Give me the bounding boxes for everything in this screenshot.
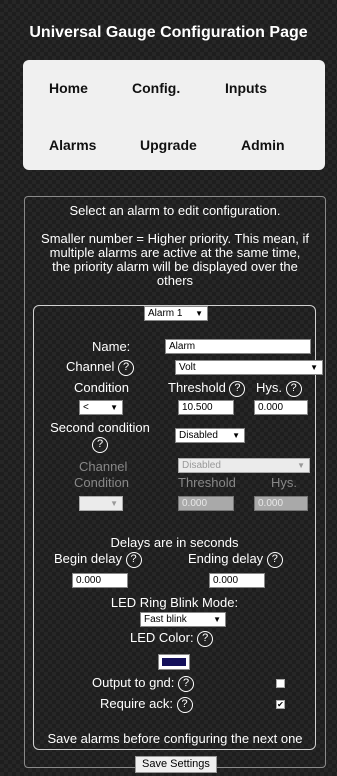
led-color-swatch (162, 658, 186, 666)
begin-delay-input[interactable]: 0.000 (72, 573, 128, 588)
second-condition-help-icon[interactable]: ? (92, 436, 108, 453)
chevron-down-icon: ▼ (232, 431, 240, 440)
nav-upgrade-link[interactable]: Upgrade (140, 137, 197, 153)
led-color-label: LED Color: (130, 630, 194, 645)
page-title: Universal Gauge Configuration Page (29, 24, 308, 41)
name-label: Name: (92, 339, 131, 354)
select-alarm-text: Select an alarm to edit configuration. (69, 203, 281, 218)
ending-delay-input[interactable]: 0.000 (209, 573, 265, 588)
condition2-select[interactable]: ▼ (79, 496, 123, 511)
channel-help-icon[interactable]: ? (118, 359, 135, 376)
ending-delay-label-row: Ending delay ? (188, 551, 283, 568)
begin-delay-help-icon[interactable]: ? (125, 551, 142, 568)
begin-delay-label-row: Begin delay ? (54, 551, 142, 568)
channel2-select-value: Disabled (182, 460, 221, 471)
second-condition-help-wrap: ? (92, 436, 108, 453)
name-input[interactable]: Alarm (165, 339, 311, 354)
output-label-row: Output to gnd: ? (92, 675, 195, 692)
begin-delay-label: Begin delay (54, 551, 122, 566)
nav-alarms-link[interactable]: Alarms (49, 137, 96, 153)
second-condition-select[interactable]: Disabled ▼ (175, 428, 245, 443)
nav-home-link[interactable]: Home (49, 80, 88, 96)
nav-inputs-link[interactable]: Inputs (225, 80, 267, 96)
chevron-down-icon: ▼ (213, 615, 221, 624)
led-color-picker[interactable] (158, 654, 190, 670)
led-mode-label: LED Ring Blink Mode: (110, 595, 239, 610)
condition-label: Condition (74, 380, 129, 395)
channel-select-value: Volt (179, 362, 196, 373)
ack-label: Require ack: (100, 696, 173, 711)
led-color-help-icon[interactable]: ? (197, 630, 214, 647)
priority-note-line1: Smaller number = Higher priority. This m… (41, 231, 309, 246)
nav-config-link[interactable]: Config. (132, 80, 180, 96)
priority-note-line3: the priority alarm will be displayed ove… (52, 259, 298, 274)
threshold-help-icon[interactable]: ? (229, 380, 246, 397)
nav-admin-link[interactable]: Admin (241, 137, 285, 153)
second-condition-label: Second condition (50, 420, 150, 435)
condition2-label: Condition (74, 475, 129, 490)
threshold2-label: Threshold (178, 475, 236, 490)
led-mode-select[interactable]: Fast blink ▼ (140, 612, 226, 627)
second-condition-select-value: Disabled (179, 430, 218, 441)
condition-select-value: < (83, 402, 89, 413)
channel-select[interactable]: Volt ▼ (175, 360, 323, 375)
condition-select[interactable]: < ▼ (79, 400, 123, 415)
chevron-down-icon: ▼ (310, 363, 318, 372)
chevron-down-icon: ▼ (110, 403, 118, 412)
threshold-input[interactable]: 10.500 (178, 400, 234, 415)
ack-label-row: Require ack: ? (100, 696, 193, 713)
ending-delay-help-icon[interactable]: ? (266, 551, 283, 568)
output-help-icon[interactable]: ? (178, 675, 195, 692)
output-label: Output to gnd: (92, 675, 175, 690)
channel-label-row: Channel ? (66, 359, 135, 376)
hys-help-icon[interactable]: ? (285, 380, 302, 397)
hys-label: Hys. (256, 380, 282, 395)
chevron-down-icon: ▼ (110, 499, 118, 508)
ending-delay-label: Ending delay (188, 551, 264, 566)
save-note: Save alarms before configuring the next … (47, 731, 303, 746)
threshold2-input[interactable]: 0.000 (178, 496, 234, 511)
threshold-label-row: Threshold ? (168, 380, 246, 397)
output-checkbox[interactable] (276, 679, 285, 688)
hys2-input[interactable]: 0.000 (254, 496, 308, 511)
ack-help-icon[interactable]: ? (176, 696, 193, 713)
ack-checkbox[interactable]: ✔ (276, 700, 285, 709)
led-color-label-row: LED Color: ? (130, 630, 214, 647)
hys2-label: Hys. (271, 475, 297, 490)
hys-label-row: Hys. ? (256, 380, 302, 397)
chevron-down-icon: ▼ (297, 461, 305, 470)
threshold-label: Threshold (168, 380, 226, 395)
channel2-select[interactable]: Disabled ▼ (178, 458, 310, 473)
nav-menu: Home Config. Inputs Alarms Upgrade Admin (23, 60, 325, 170)
channel-label: Channel (66, 359, 115, 374)
priority-note-line4: others (156, 273, 194, 288)
led-mode-select-value: Fast blink (144, 614, 187, 625)
hys-input[interactable]: 0.000 (254, 400, 308, 415)
save-settings-button[interactable]: Save Settings (135, 756, 217, 773)
delays-heading: Delays are in seconds (110, 535, 239, 550)
channel2-label: Channel (79, 459, 128, 474)
priority-note-line2: multiple alarms are active at the same t… (49, 245, 301, 260)
